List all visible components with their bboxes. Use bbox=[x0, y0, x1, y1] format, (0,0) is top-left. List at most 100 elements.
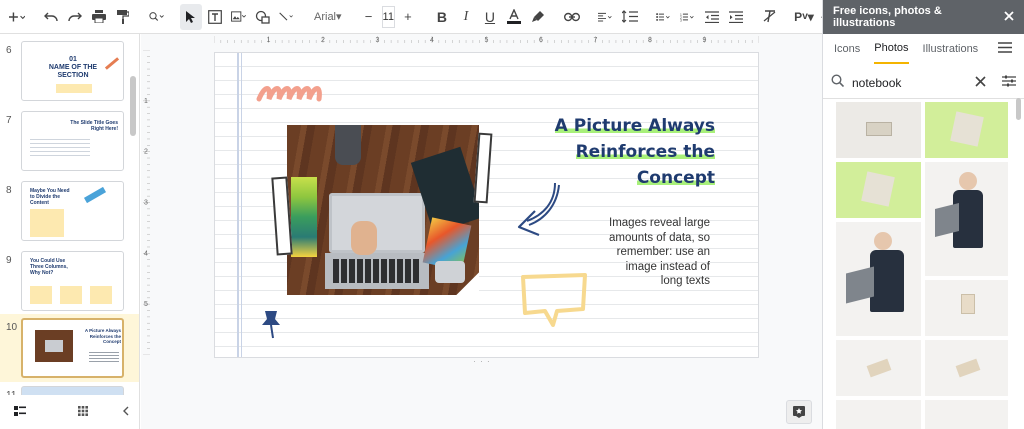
toolbar: Arial ▾ − 11 + B I U 123 Pv▾ ··· bbox=[0, 0, 857, 34]
zoom-icon[interactable] bbox=[146, 4, 168, 30]
filter-settings-icon[interactable] bbox=[1002, 74, 1016, 92]
notebook-margin-line bbox=[241, 53, 242, 357]
panel-scrollbar[interactable] bbox=[1016, 98, 1021, 120]
body-line: remember: use an bbox=[616, 246, 710, 258]
undo-icon[interactable] bbox=[40, 4, 62, 30]
photo-arm bbox=[335, 125, 361, 165]
slide-thumbnail-10[interactable]: 10 A Picture Always Reinforces the Conce… bbox=[0, 314, 139, 382]
slide-number: 7 bbox=[6, 115, 12, 126]
search-input[interactable] bbox=[852, 75, 964, 90]
thumb-shape bbox=[83, 186, 107, 204]
slide-title[interactable]: A Picture Always Reinforces the Concept bbox=[495, 113, 715, 191]
new-slide-button[interactable] bbox=[6, 4, 28, 30]
ruler-label: 6 bbox=[539, 37, 543, 44]
notes-resize-handle[interactable]: · · · bbox=[467, 357, 497, 366]
photo-result[interactable] bbox=[836, 340, 921, 396]
highlight-color-icon[interactable] bbox=[527, 4, 549, 30]
increase-font-size-button[interactable]: + bbox=[397, 4, 419, 30]
select-cursor-icon[interactable] bbox=[180, 3, 202, 30]
photo-result[interactable] bbox=[925, 400, 1008, 429]
font-family-select[interactable]: Arial ▾ bbox=[310, 5, 346, 29]
photo-result[interactable] bbox=[925, 340, 1008, 396]
slide-preview: A Picture Always Reinforces the Concept bbox=[21, 318, 124, 378]
hamburger-menu-icon[interactable] bbox=[998, 42, 1012, 56]
slide-preview: The Slide Title Goes Right Here! bbox=[21, 111, 124, 171]
collapse-panel-icon[interactable] bbox=[122, 403, 129, 421]
line-spacing-icon[interactable] bbox=[619, 4, 641, 30]
slide-number: 6 bbox=[6, 45, 12, 56]
underline-icon[interactable]: U bbox=[479, 4, 501, 30]
align-icon[interactable] bbox=[595, 4, 617, 30]
shape-icon[interactable] bbox=[252, 4, 274, 30]
panel-header: Free icons, photos & illustrations bbox=[823, 0, 1024, 34]
numbered-list-icon[interactable]: 123 bbox=[677, 4, 699, 30]
link-icon[interactable] bbox=[561, 4, 583, 30]
svg-text:3: 3 bbox=[680, 18, 682, 22]
photo-result[interactable] bbox=[836, 102, 921, 158]
slide-canvas: 123456789 12345 A Picture Always Reinfor… bbox=[141, 34, 822, 429]
photo-result[interactable] bbox=[925, 102, 1008, 158]
slide-thumbnail-9[interactable]: 9 You Could Use Three Columns, Why Not? bbox=[0, 247, 139, 315]
close-icon[interactable] bbox=[1004, 10, 1014, 24]
grid-view-icon[interactable] bbox=[78, 403, 88, 421]
thumb-title: You Could Use Three Columns, Why Not? bbox=[30, 258, 68, 276]
title-line-2: Reinforces the bbox=[575, 142, 715, 162]
increase-indent-icon[interactable] bbox=[725, 4, 747, 30]
ruler-label: 2 bbox=[321, 37, 325, 44]
slide-thumbnail-11[interactable]: 11 bbox=[0, 382, 139, 395]
line-icon[interactable] bbox=[276, 4, 298, 30]
photo-result[interactable] bbox=[836, 400, 921, 429]
photo-result[interactable] bbox=[925, 162, 1008, 276]
filmstrip-view-icon[interactable] bbox=[14, 403, 26, 421]
slide-preview bbox=[21, 386, 124, 395]
slide-thumbnail-7[interactable]: 7 The Slide Title Goes Right Here! bbox=[0, 107, 139, 175]
ruler-label: 3 bbox=[376, 37, 380, 44]
slide-body-text[interactable]: Images reveal large amounts of data, so … bbox=[580, 216, 710, 289]
body-line: amounts of data, so bbox=[608, 231, 710, 244]
paint-format-icon[interactable] bbox=[112, 4, 134, 30]
thumb-text bbox=[89, 350, 119, 364]
thumb-laptop bbox=[45, 340, 63, 352]
decrease-indent-icon[interactable] bbox=[701, 4, 723, 30]
tab-icons[interactable]: Icons bbox=[834, 34, 860, 64]
photo-result[interactable] bbox=[925, 280, 1008, 336]
notebook-shape bbox=[961, 294, 975, 314]
desk-photo[interactable] bbox=[287, 125, 479, 295]
bold-icon[interactable]: B bbox=[431, 4, 453, 30]
explore-icon bbox=[793, 406, 805, 418]
slide-preview: Maybe You Need to Divide the Content bbox=[21, 181, 124, 241]
photo-result[interactable] bbox=[836, 162, 921, 218]
body-line: image instead of bbox=[625, 260, 710, 273]
tab-illustrations[interactable]: Illustrations bbox=[923, 34, 979, 64]
redo-icon[interactable] bbox=[64, 4, 86, 30]
thumb-title: The Slide Title Goes Right Here! bbox=[70, 120, 118, 132]
title-line-3: Concept bbox=[636, 168, 715, 188]
speech-bubble-decoration bbox=[521, 273, 587, 327]
ruler-vertical: 1 2 3 4 5 bbox=[143, 50, 150, 355]
person-figure bbox=[870, 250, 904, 312]
text-color-icon[interactable] bbox=[503, 4, 525, 30]
font-size-input[interactable]: 11 bbox=[381, 5, 395, 28]
print-icon[interactable] bbox=[88, 4, 110, 30]
text-box-icon[interactable] bbox=[204, 4, 226, 30]
addon-pv-icon[interactable]: Pv ▾ bbox=[793, 4, 815, 30]
tab-photos[interactable]: Photos bbox=[874, 34, 909, 64]
clear-search-icon[interactable] bbox=[975, 74, 986, 92]
thumb-pencil bbox=[104, 57, 120, 70]
bulleted-list-icon[interactable] bbox=[653, 4, 675, 30]
clear-formatting-icon[interactable] bbox=[759, 4, 781, 30]
slide-preview: You Could Use Three Columns, Why Not? bbox=[21, 251, 124, 311]
ruler-label: 7 bbox=[594, 37, 598, 44]
decrease-font-size-button[interactable]: − bbox=[358, 4, 380, 30]
explore-button[interactable] bbox=[786, 400, 812, 424]
italic-icon[interactable]: I bbox=[455, 4, 477, 30]
current-slide[interactable]: A Picture Always Reinforces the Concept … bbox=[214, 52, 759, 358]
slide-thumbnail-8[interactable]: 8 Maybe You Need to Divide the Content bbox=[0, 177, 139, 245]
filmstrip-scrollbar[interactable] bbox=[130, 76, 136, 136]
thumb-title: Maybe You Need to Divide the Content bbox=[30, 188, 70, 206]
photo-result[interactable] bbox=[836, 222, 921, 336]
slide-thumbnail-6[interactable]: 6 01 NAME OF THE SECTION bbox=[0, 37, 139, 105]
ruler-label: 5 bbox=[485, 37, 489, 44]
insert-image-icon[interactable] bbox=[228, 4, 250, 30]
photo-keys bbox=[333, 259, 421, 283]
